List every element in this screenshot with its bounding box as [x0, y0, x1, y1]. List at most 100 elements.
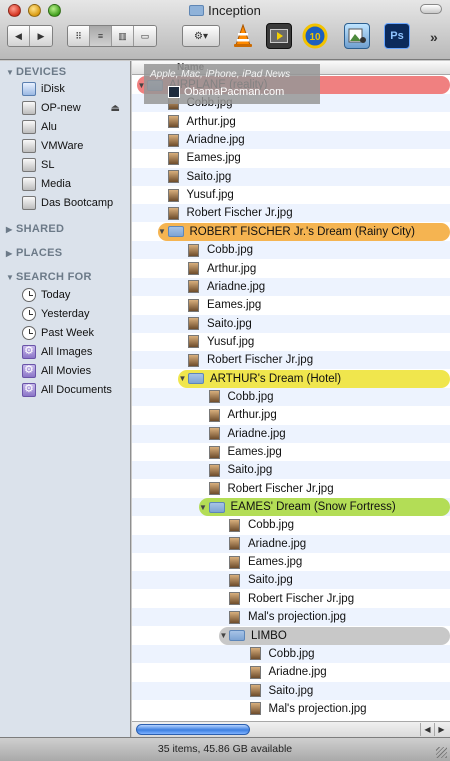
image-file-icon	[208, 390, 220, 404]
scroll-right-arrow-icon[interactable]: ▶	[434, 723, 448, 736]
file-list[interactable]: Name ▼AIRPLANE (reality)Cobb.jpgArthur.j…	[132, 61, 450, 721]
file-row[interactable]: Robert Fischer Jr.jpg	[132, 480, 450, 498]
scroll-left-arrow-icon[interactable]: ◀	[420, 723, 434, 736]
file-row[interactable]: Arthur.jpg	[132, 260, 450, 278]
disclosure-triangle-icon[interactable]: ▼	[218, 631, 229, 640]
horizontal-scrollbar[interactable]: ◀ ▶	[132, 721, 450, 737]
final-cut-icon[interactable]	[266, 23, 292, 49]
file-row[interactable]: Eames.jpg	[132, 443, 450, 461]
folder-icon	[167, 226, 184, 238]
svg-text:10: 10	[309, 32, 321, 43]
file-row[interactable]: Mal's projection.jpg	[132, 608, 450, 627]
sidebar-item-label: All Images	[41, 346, 93, 358]
eject-icon[interactable]: ⏏	[111, 103, 120, 114]
icon-view-button[interactable]: ⠿	[68, 26, 90, 46]
hard-disk-icon	[22, 120, 36, 134]
file-row[interactable]: Arthur.jpg	[132, 406, 450, 424]
sidebar-item-all-images[interactable]: All Images	[22, 343, 130, 361]
coverflow-view-button[interactable]: ▭	[134, 26, 156, 46]
sidebar-item-sl[interactable]: SL	[22, 156, 130, 174]
sidebar-section-search-for[interactable]: ▼ SEARCH FOR	[6, 271, 92, 283]
disclosure-triangle-icon[interactable]: ▼	[177, 374, 188, 383]
file-row[interactable]: Saito.jpg	[132, 681, 450, 700]
folder-row[interactable]: ▼ ARTHUR's Dream (Hotel)	[132, 369, 450, 388]
disclosure-triangle-icon[interactable]: ▼	[198, 503, 209, 512]
image-file-icon	[208, 408, 220, 422]
file-row[interactable]: Eames.jpg	[132, 553, 450, 571]
sidebar-item-past-week[interactable]: Past Week	[22, 324, 130, 342]
item-name: LIMBO	[251, 629, 287, 642]
file-row[interactable]: Saito.jpg	[132, 314, 450, 333]
file-row[interactable]: Ariadne.jpg	[132, 131, 450, 150]
file-row[interactable]: Eames.jpg	[132, 149, 450, 167]
item-name: Mal's projection.jpg	[248, 611, 347, 624]
folder-row[interactable]: ▼ EAMES' Dream (Snow Fortress)	[132, 498, 450, 517]
file-row[interactable]: Robert Fischer Jr.jpg	[132, 204, 450, 223]
file-row[interactable]: Ariadne.jpg	[132, 534, 450, 553]
sidebar-item-label: Alu	[41, 121, 57, 133]
sidebar-item-label: OP-new	[41, 102, 81, 114]
clock-icon	[22, 288, 36, 302]
file-row[interactable]: Robert Fischer Jr.jpg	[132, 351, 450, 370]
file-row[interactable]: Yusuf.jpg	[132, 186, 450, 204]
vlc-icon[interactable]	[230, 23, 256, 49]
action-menu-button[interactable]: ⚙▾	[182, 25, 220, 47]
sidebar-item-alu[interactable]: Alu	[22, 118, 130, 136]
sidebar-item-das-bootcamp[interactable]: Das Bootcamp	[22, 194, 130, 212]
sidebar-item-today[interactable]: Today	[22, 286, 130, 304]
toolbar-overflow-button[interactable]: »	[430, 29, 438, 45]
file-row[interactable]: Mal's projection.jpg	[132, 700, 450, 718]
sidebar-section-shared[interactable]: ▶ SHARED	[6, 223, 64, 235]
item-name: EAMES' Dream (Snow Fortress)	[230, 501, 396, 514]
file-row[interactable]: Arthur.jpg	[132, 113, 450, 131]
sidebar-item-op-new[interactable]: OP-new ⏏	[22, 99, 130, 117]
folder-row[interactable]: ▼ LIMBO	[132, 626, 450, 645]
back-button[interactable]: ◀	[8, 26, 30, 46]
disclosure-closed-icon: ▶	[6, 249, 13, 258]
image-file-icon	[229, 610, 240, 624]
file-row[interactable]: Cobb.jpg	[132, 387, 450, 406]
file-row[interactable]: Yusuf.jpg	[132, 333, 450, 351]
sidebar-section-devices[interactable]: ▼ DEVICES	[6, 66, 66, 78]
file-row[interactable]: Cobb.jpg	[132, 644, 450, 663]
file-row[interactable]: Saito.jpg	[132, 571, 450, 590]
resize-grip-icon[interactable]	[436, 747, 447, 758]
file-row[interactable]: Saito.jpg	[132, 461, 450, 480]
list-view-button[interactable]: ≡	[90, 26, 112, 46]
item-name: Robert Fischer Jr.jpg	[227, 482, 334, 495]
file-row[interactable]: Eames.jpg	[132, 296, 450, 314]
photoshop-icon[interactable]: Ps	[384, 23, 410, 49]
smart-folder-icon	[22, 363, 36, 378]
sidebar-item-vmware[interactable]: VMWare	[22, 137, 130, 155]
file-row[interactable]: Ariadne.jpg	[132, 663, 450, 681]
sidebar-item-yesterday[interactable]: Yesterday	[22, 305, 130, 323]
sidebar-item-all-documents[interactable]: All Documents	[22, 381, 130, 399]
sidebar-item-media[interactable]: Media	[22, 175, 130, 193]
file-row[interactable]: Saito.jpg	[132, 167, 450, 186]
disclosure-triangle-icon[interactable]: ▼	[157, 227, 168, 236]
item-name: ARTHUR's Dream (Hotel)	[210, 372, 342, 385]
quicktime-icon[interactable]: 10	[302, 23, 328, 49]
sidebar-item-idisk[interactable]: iDisk	[22, 80, 130, 98]
file-row[interactable]: Robert Fischer Jr.jpg	[132, 590, 450, 608]
item-name: Arthur.jpg	[227, 409, 277, 422]
folder-row[interactable]: ▼ ROBERT FISCHER Jr.'s Dream (Rainy City)	[132, 222, 450, 241]
item-name: Ariadne.jpg	[248, 537, 307, 550]
toolbar-toggle-button[interactable]	[420, 4, 442, 14]
file-row[interactable]: Cobb.jpg	[132, 516, 450, 534]
scrollbar-thumb[interactable]	[136, 724, 250, 735]
forward-button[interactable]: ▶	[30, 26, 52, 46]
column-view-button[interactable]: ▥	[112, 26, 134, 46]
sidebar-section-places[interactable]: ▶ PLACES	[6, 247, 62, 259]
sidebar-item-all-movies[interactable]: All Movies	[22, 362, 130, 380]
file-row[interactable]: Ariadne.jpg	[132, 277, 450, 296]
smart-folder-icon	[22, 344, 36, 359]
iphoto-icon[interactable]	[344, 23, 370, 49]
image-file-icon	[188, 280, 199, 294]
sidebar-item-label: Media	[41, 178, 71, 190]
file-row[interactable]: Ariadne.jpg	[132, 424, 450, 443]
item-name: Arthur.jpg	[186, 115, 236, 128]
image-file-icon	[208, 445, 220, 459]
file-row[interactable]: Cobb.jpg	[132, 241, 450, 260]
image-file-icon	[188, 243, 199, 257]
